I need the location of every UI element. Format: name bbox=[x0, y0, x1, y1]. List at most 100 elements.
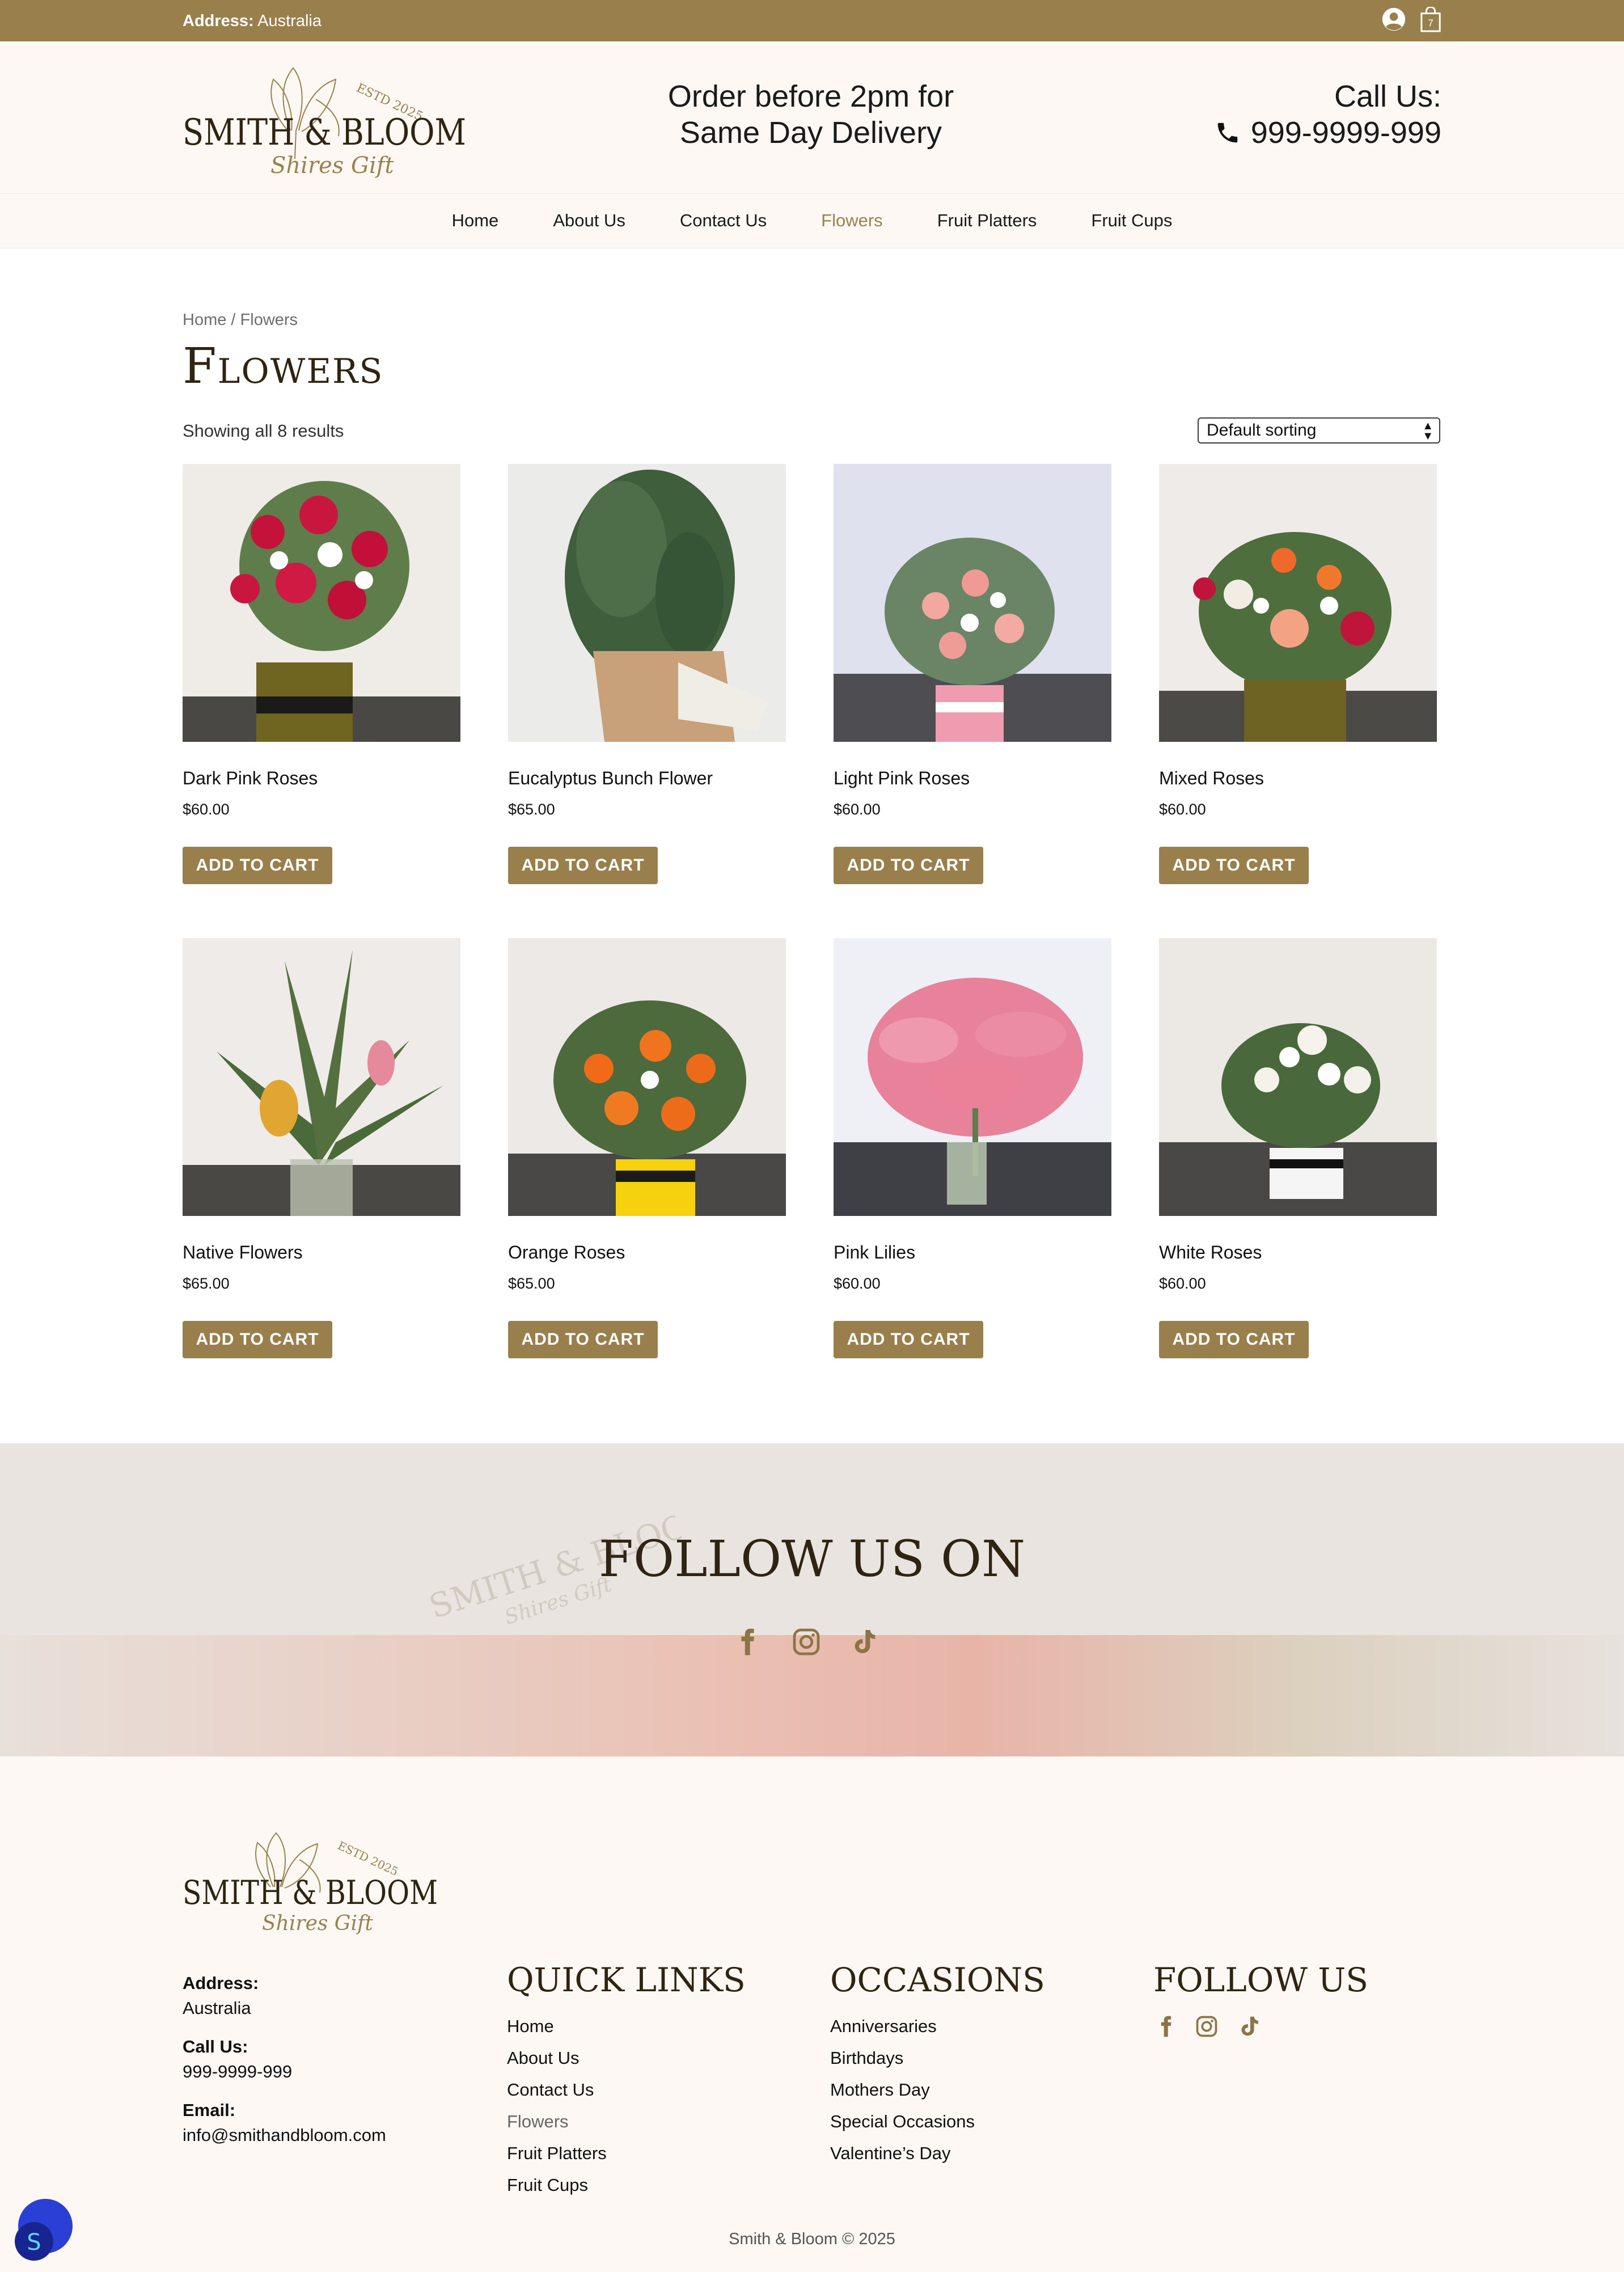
footer-follow: FOLLOW US bbox=[1153, 1961, 1368, 2045]
footer-facebook-icon[interactable] bbox=[1153, 2013, 1178, 2040]
cart-icon[interactable]: 7 bbox=[1420, 7, 1441, 33]
footer-tiktok-icon[interactable] bbox=[1236, 2013, 1262, 2040]
occasion-mothers-day[interactable]: Mothers Day bbox=[830, 2074, 1045, 2106]
occasion-anniversaries[interactable]: Anniversaries bbox=[830, 2011, 1045, 2042]
footer-link-fruit-cups[interactable]: Fruit Cups bbox=[507, 2169, 746, 2201]
product-image-pink-lilies[interactable] bbox=[834, 938, 1111, 1216]
nav-flowers[interactable]: Flowers bbox=[794, 208, 910, 234]
footer-email-value[interactable]: info@smithandbloom.com bbox=[183, 2125, 386, 2145]
sort-selected: Default sorting bbox=[1207, 421, 1317, 440]
add-to-cart-button[interactable]: ADD TO CART bbox=[1159, 1321, 1309, 1358]
call-us: Call Us: 999-9999-999 bbox=[1215, 78, 1441, 154]
product-name[interactable]: Orange Roses bbox=[508, 1242, 625, 1263]
nav-fruit-platters[interactable]: Fruit Platters bbox=[910, 208, 1064, 234]
footer-logo-estd: ESTD 2025 bbox=[336, 1839, 400, 1878]
footer-logo-script: Shires Gift bbox=[262, 1912, 373, 1935]
breadcrumb-separator: / bbox=[226, 311, 240, 329]
tiktok-icon[interactable] bbox=[848, 1626, 880, 1658]
result-count: Showing all 8 results bbox=[183, 421, 344, 441]
svg-text:S: S bbox=[27, 2229, 41, 2256]
product-card: Pink Lilies $60.00 ADD TO CART bbox=[834, 938, 1111, 1358]
breadcrumb: Home / Flowers bbox=[183, 311, 298, 330]
product-price: $60.00 bbox=[1159, 1275, 1206, 1292]
facebook-icon[interactable] bbox=[731, 1626, 763, 1658]
account-icon[interactable] bbox=[1381, 7, 1406, 32]
breadcrumb-home[interactable]: Home bbox=[183, 311, 226, 329]
sort-arrows-icon: ▲ ▼ bbox=[1422, 420, 1433, 442]
top-address: Address: Australia bbox=[183, 10, 322, 32]
add-to-cart-button[interactable]: ADD TO CART bbox=[834, 1321, 983, 1358]
footer-contact-info: Address: Australia Call Us: 999-9999-999… bbox=[183, 1971, 386, 2161]
product-image-native-flowers[interactable] bbox=[183, 938, 460, 1216]
product-card: Orange Roses $65.00 ADD TO CART bbox=[508, 938, 786, 1358]
chat-widget-icon[interactable]: S bbox=[11, 2199, 74, 2261]
footer-call-label: Call Us: bbox=[183, 2037, 248, 2056]
footer-link-contact-us[interactable]: Contact Us bbox=[507, 2074, 746, 2106]
occasion-special-occasions[interactable]: Special Occasions bbox=[830, 2106, 1045, 2138]
occasion-birthdays[interactable]: Birthdays bbox=[830, 2042, 1045, 2074]
phone-number: 999-9999-999 bbox=[1250, 116, 1441, 150]
product-name[interactable]: Native Flowers bbox=[183, 1242, 303, 1263]
footer-link-about-us[interactable]: About Us bbox=[507, 2042, 746, 2074]
add-to-cart-button[interactable]: ADD TO CART bbox=[834, 847, 983, 884]
product-name[interactable]: Mixed Roses bbox=[1159, 768, 1264, 789]
footer-quick-links: QUICK LINKS Home About Us Contact Us Flo… bbox=[507, 1961, 746, 2201]
nav-home[interactable]: Home bbox=[425, 208, 526, 234]
occasion-valentines-day[interactable]: Valentine’s Day bbox=[830, 2138, 1045, 2169]
footer-link-flowers[interactable]: Flowers bbox=[507, 2106, 746, 2138]
phone-icon bbox=[1217, 123, 1237, 143]
product-name[interactable]: White Roses bbox=[1159, 1242, 1262, 1263]
product-image-white-roses[interactable] bbox=[1159, 938, 1437, 1216]
footer-follow-title: FOLLOW US bbox=[1153, 1961, 1369, 1999]
nav-contact-us[interactable]: Contact Us bbox=[653, 208, 794, 234]
add-to-cart-button[interactable]: ADD TO CART bbox=[183, 847, 332, 884]
product-card: Native Flowers $65.00 ADD TO CART bbox=[183, 938, 460, 1358]
instagram-icon[interactable] bbox=[790, 1626, 822, 1658]
delivery-tagline: Order before 2pm for Same Day Delivery bbox=[612, 78, 1009, 151]
tagline-line-1: Order before 2pm for bbox=[667, 79, 954, 113]
product-card: Mixed Roses $60.00 ADD TO CART bbox=[1159, 464, 1437, 884]
nav-fruit-cups[interactable]: Fruit Cups bbox=[1064, 208, 1199, 234]
footer-instagram-icon[interactable] bbox=[1194, 2014, 1219, 2039]
add-to-cart-button[interactable]: ADD TO CART bbox=[508, 847, 658, 884]
phone-link[interactable]: 999-9999-999 bbox=[1215, 115, 1441, 151]
footer-social-icons bbox=[1153, 2011, 1267, 2045]
product-name[interactable]: Eucalyptus Bunch Flower bbox=[508, 768, 713, 789]
product-price: $60.00 bbox=[183, 801, 230, 818]
product-image-dark-pink-roses[interactable] bbox=[183, 464, 460, 742]
product-price: $60.00 bbox=[834, 801, 881, 818]
product-image-orange-roses[interactable] bbox=[508, 938, 786, 1216]
copyright: Smith & Bloom © 2025 bbox=[729, 2230, 895, 2248]
product-image-eucalyptus[interactable] bbox=[508, 464, 786, 742]
product-card: Dark Pink Roses $60.00 ADD TO CART bbox=[183, 464, 460, 884]
add-to-cart-button[interactable]: ADD TO CART bbox=[183, 1321, 332, 1358]
follow-banner: SMITH & BLOOM Shires Gift FOLLOW US ON bbox=[0, 1443, 1624, 1756]
nav-about-us[interactable]: About Us bbox=[526, 208, 653, 234]
page-title: Flowers bbox=[183, 338, 384, 395]
add-to-cart-button[interactable]: ADD TO CART bbox=[508, 1321, 658, 1358]
footer-logo[interactable]: ESTD 2025 SMITH & BLOOM Shires Gift bbox=[183, 1813, 443, 1938]
product-image-light-pink-roses[interactable] bbox=[834, 464, 1111, 742]
top-address-value: Australia bbox=[257, 12, 322, 30]
footer-address-value: Australia bbox=[183, 1998, 251, 2018]
product-image-mixed-roses[interactable] bbox=[1159, 464, 1437, 742]
logo[interactable]: ESTD 2025 SMITH & BLOOM Shires Gift bbox=[183, 45, 466, 181]
product-card: White Roses $60.00 ADD TO CART bbox=[1159, 938, 1437, 1358]
footer-call-value[interactable]: 999-9999-999 bbox=[183, 2062, 292, 2081]
footer-link-home[interactable]: Home bbox=[507, 2011, 746, 2042]
breadcrumb-current: Flowers bbox=[240, 311, 298, 329]
product-name[interactable]: Pink Lilies bbox=[834, 1242, 915, 1263]
product-name[interactable]: Light Pink Roses bbox=[834, 768, 970, 789]
top-bar: Address: Australia 7 bbox=[0, 0, 1624, 41]
occasions-title: OCCASIONS bbox=[830, 1961, 1045, 1999]
add-to-cart-button[interactable]: ADD TO CART bbox=[1159, 847, 1309, 884]
site-footer: ESTD 2025 SMITH & BLOOM Shires Gift Addr… bbox=[0, 1756, 1624, 2272]
footer-occasions: OCCASIONS Anniversaries Birthdays Mother… bbox=[830, 1961, 1045, 2169]
follow-title: FOLLOW US ON bbox=[598, 1530, 1026, 1588]
tagline-line-2: Same Day Delivery bbox=[679, 116, 942, 150]
footer-link-fruit-platters[interactable]: Fruit Platters bbox=[507, 2138, 746, 2169]
sort-select[interactable]: Default sorting ▲ ▼ bbox=[1198, 417, 1440, 444]
product-name[interactable]: Dark Pink Roses bbox=[183, 768, 318, 789]
product-price: $65.00 bbox=[183, 1275, 230, 1292]
footer-logo-brand: SMITH & BLOOM bbox=[183, 1873, 438, 1912]
